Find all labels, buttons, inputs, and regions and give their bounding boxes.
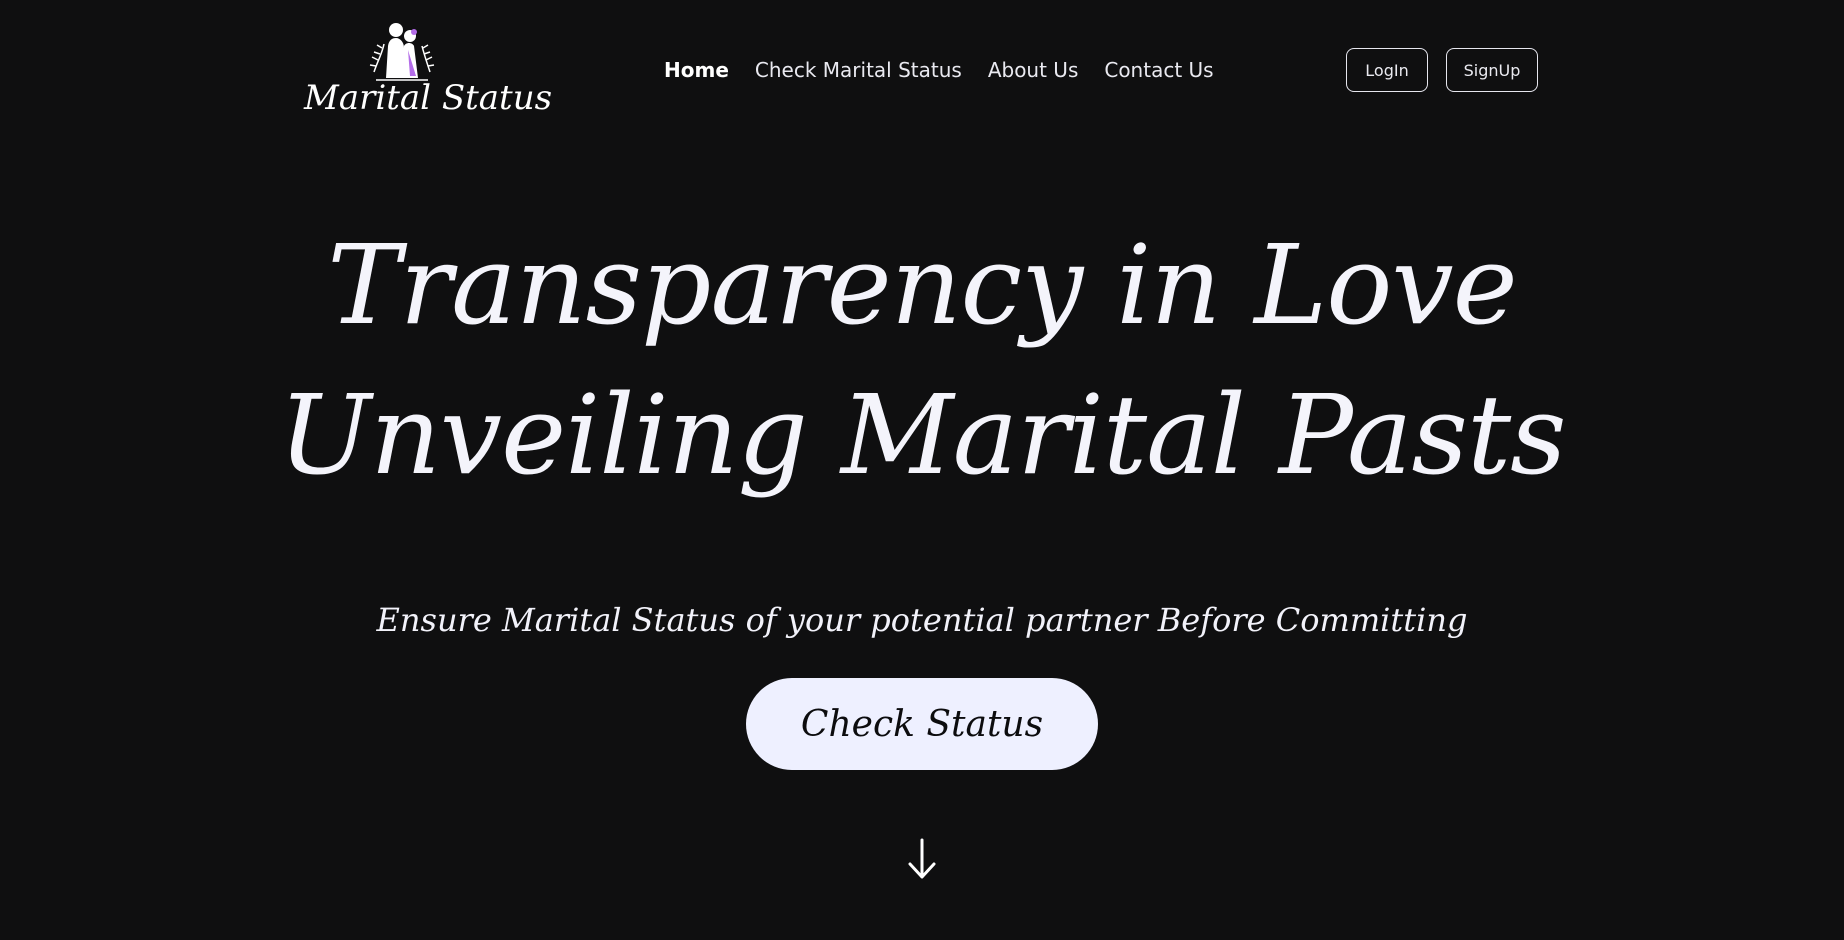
nav-contact-us-link[interactable]: Contact Us <box>1104 56 1213 84</box>
logo[interactable]: Marital Status <box>304 20 553 120</box>
auth-buttons: LogIn SignUp <box>1346 48 1538 92</box>
signup-button[interactable]: SignUp <box>1446 48 1538 92</box>
hero-title-line-1: Transparency in Love <box>327 221 1518 349</box>
main-nav: Home Check Marital Status About Us Conta… <box>664 56 1214 84</box>
hero-title-line-2: Unveiling Marital Pasts <box>278 371 1566 499</box>
check-status-button[interactable]: Check Status <box>746 678 1098 770</box>
couple-silhouette-icon <box>369 23 435 81</box>
nav-about-us-link[interactable]: About Us <box>988 56 1079 84</box>
nav-check-marital-status-link[interactable]: Check Marital Status <box>755 56 962 84</box>
hero-section: Transparency in Love Unveiling Marital P… <box>0 140 1844 940</box>
login-button[interactable]: LogIn <box>1346 48 1428 92</box>
logo-text: Marital Status <box>304 78 553 118</box>
hero-subtitle: Ensure Marital Status of your potential … <box>376 601 1468 639</box>
navbar: Marital Status Home Check Marital Status… <box>0 0 1844 140</box>
nav-home-link[interactable]: Home <box>664 56 729 84</box>
arrow-down-icon[interactable] <box>906 836 938 882</box>
